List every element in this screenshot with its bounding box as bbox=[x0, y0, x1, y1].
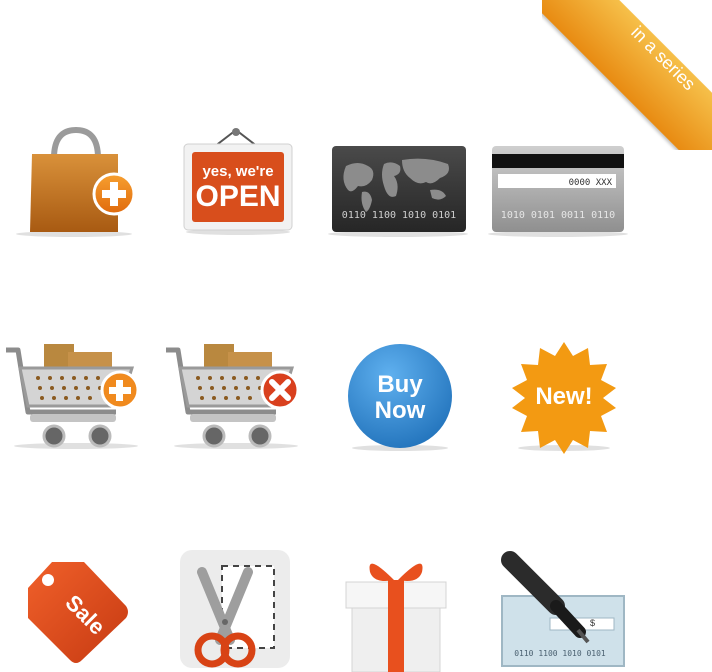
new-badge-label: New! bbox=[535, 383, 592, 410]
dark-credit-card-icon[interactable]: 0110 1100 1010 0101 bbox=[322, 144, 472, 240]
dark-card-number: 0110 1100 1010 0101 bbox=[342, 210, 456, 221]
series-corner-ribbon: 9 in a series bbox=[542, 0, 712, 150]
sale-tag-icon[interactable]: Sale bbox=[22, 560, 132, 668]
check-number: 0110 1100 1010 0101 bbox=[514, 649, 606, 658]
card-back-number: 1010 0101 0011 0110 bbox=[501, 210, 615, 221]
credit-card-back-icon[interactable]: 0000 XXX 1010 0101 0011 0110 bbox=[484, 144, 634, 240]
open-sign-icon[interactable]: yes, we're OPEN bbox=[180, 126, 298, 238]
check-amount: $ bbox=[590, 618, 595, 628]
buy-now-line2: Now bbox=[375, 397, 426, 424]
gift-box-icon[interactable] bbox=[336, 552, 456, 672]
open-sign-line2: OPEN bbox=[195, 180, 280, 213]
buy-now-line1: Buy bbox=[377, 371, 423, 398]
cart-remove-icon[interactable] bbox=[164, 342, 306, 454]
card-back-code: 0000 XXX bbox=[569, 178, 613, 188]
buy-now-button-icon[interactable]: Buy Now bbox=[344, 342, 456, 454]
series-number: 9 bbox=[661, 4, 705, 48]
check-signing-icon[interactable]: $ 0110 1100 1010 0101 bbox=[498, 551, 638, 672]
open-sign-line1: yes, we're bbox=[202, 163, 273, 180]
new-badge-icon[interactable]: New! bbox=[506, 340, 622, 454]
cart-add-icon[interactable] bbox=[4, 342, 146, 454]
coupon-scissors-icon[interactable] bbox=[166, 548, 294, 672]
shopping-bag-add-icon[interactable] bbox=[14, 126, 139, 240]
